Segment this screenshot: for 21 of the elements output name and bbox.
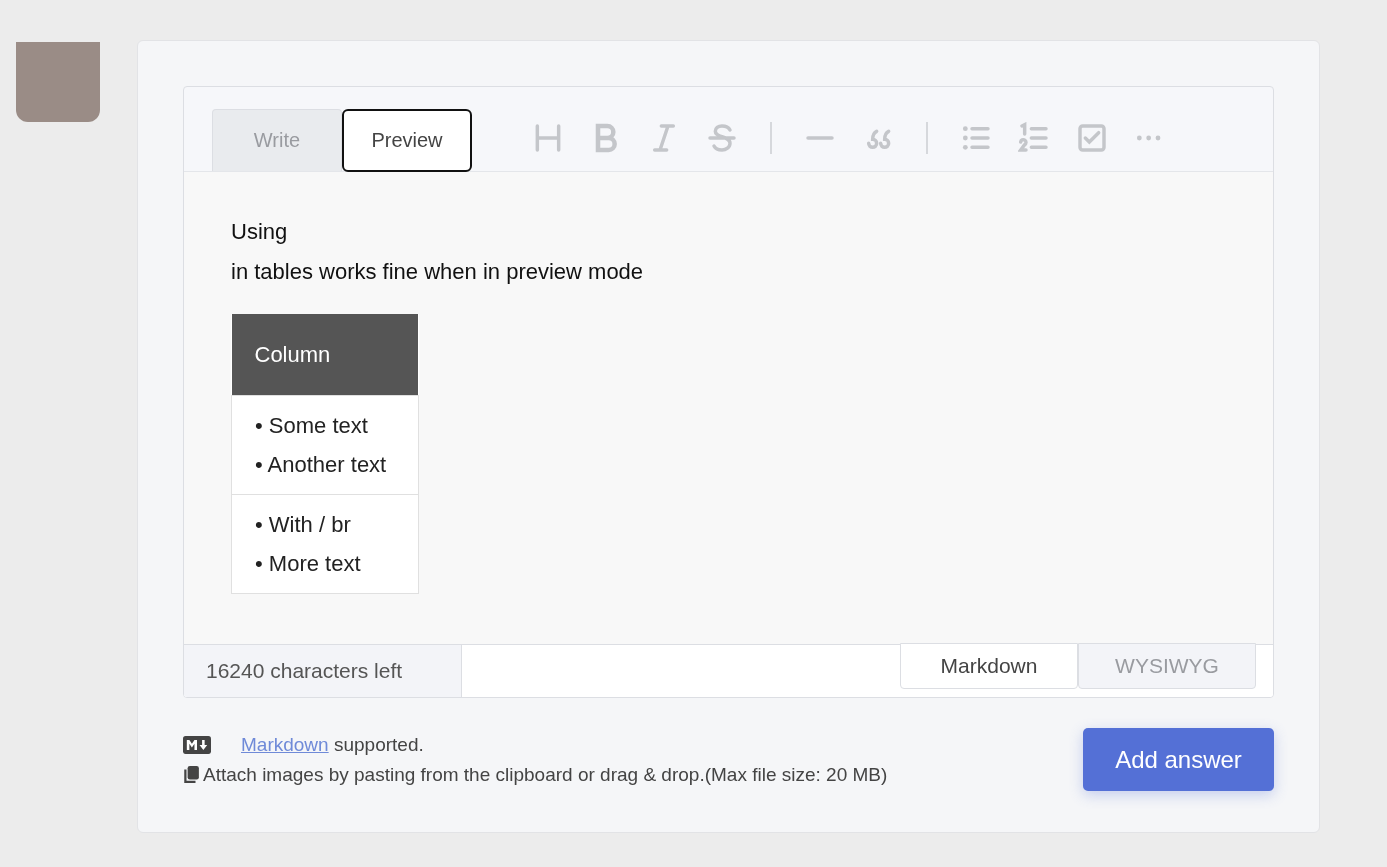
character-counter: 16240 characters left xyxy=(184,645,462,697)
table-header: Column xyxy=(231,314,419,396)
numbered-list-icon[interactable] xyxy=(1018,122,1050,154)
checkbox-icon[interactable] xyxy=(1076,122,1108,154)
attach-hint-text: Attach images by pasting from the clipboard or drag & drop.(Max file size: 20 MB) xyxy=(203,763,888,786)
strikethrough-icon[interactable] xyxy=(706,122,738,154)
markdown-support-text: Markdown supported. xyxy=(241,733,424,756)
editor-tab[interactable]: Write xyxy=(212,109,342,171)
copy-icon xyxy=(183,765,199,784)
list-item: • With / br xyxy=(255,511,352,539)
add-answer-button[interactable]: Add answer xyxy=(1083,728,1274,791)
editor-mode-tab[interactable]: Markdown xyxy=(900,643,1078,689)
preview-text: in tables works fine when in preview mode xyxy=(231,258,645,286)
markdown-link[interactable]: Markdown xyxy=(241,733,329,755)
editor-tab[interactable]: Preview xyxy=(342,109,472,172)
preview-text: Using xyxy=(231,218,289,246)
editor-mode-tab[interactable]: WYSIWYG xyxy=(1078,643,1256,689)
list-item: • Another text xyxy=(255,451,388,479)
list-item: • More text xyxy=(255,550,362,578)
list-item: • Some text xyxy=(255,412,369,440)
markdown-icon xyxy=(183,735,211,754)
